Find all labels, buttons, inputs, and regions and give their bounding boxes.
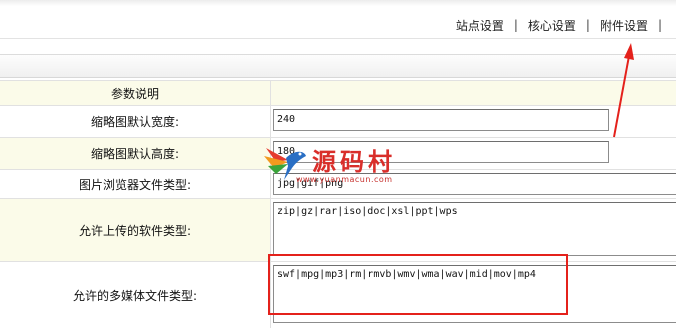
annotation-arrow bbox=[613, 43, 634, 138]
